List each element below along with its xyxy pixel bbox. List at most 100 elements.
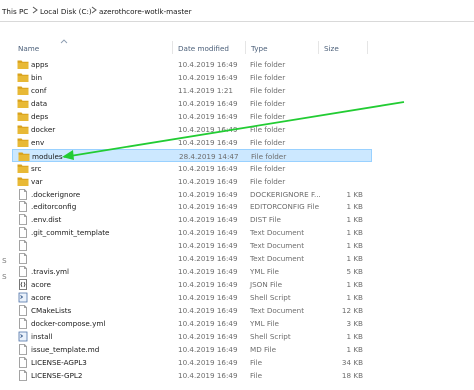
row-size: 1 KB (346, 331, 363, 341)
row-size: 1 KB (346, 202, 363, 212)
file-list-row[interactable]: .editorconfig 10.4.2019 16:49 EDITORCONFIG… (12, 200, 372, 213)
shell-icon (17, 292, 29, 303)
file-list-row[interactable]: 10.4.2019 16:49 Text Document 1 KB (12, 239, 372, 252)
row-type: DIST File (250, 215, 281, 225)
row-size: 1 KB (346, 189, 363, 199)
file-list-row[interactable]: .travis.yml 10.4.2019 16:49 YML File 5 KB (12, 265, 372, 278)
row-size: 1 KB (346, 241, 363, 251)
row-date-modified: 10.4.2019 16:49 (178, 267, 238, 277)
file-list-row[interactable]: acore 10.4.2019 16:49 Shell Script 1 KB (12, 291, 372, 304)
breadcrumb-separator-icon[interactable] (30, 5, 40, 15)
breadcrumb-current-folder[interactable]: azerothcore-wotlk-master (99, 7, 192, 16)
folder-icon (17, 59, 29, 70)
file-list-row[interactable]: deps 10.4.2019 16:49 File folder (12, 110, 372, 123)
column-header-type[interactable]: Type (251, 44, 268, 53)
row-name: var (31, 176, 43, 186)
row-name: acore (31, 293, 51, 303)
file-list-row[interactable]: 10.4.2019 16:49 Text Document 1 KB (12, 252, 372, 265)
file-list-row[interactable]: apps 10.4.2019 16:49 File folder (12, 58, 372, 71)
row-size: 1 KB (346, 280, 363, 290)
file-icon (17, 214, 29, 226)
row-date-modified: 10.4.2019 16:49 (178, 344, 238, 354)
shell-icon (17, 331, 29, 342)
file-list-row[interactable]: conf 11.4.2019 1:21 File folder (12, 84, 372, 97)
row-date-modified: 10.4.2019 16:49 (178, 228, 238, 238)
row-date-modified: 10.4.2019 16:49 (178, 137, 238, 147)
row-name: env (31, 137, 45, 147)
row-size: 1 KB (346, 215, 363, 225)
file-icon (17, 253, 29, 265)
file-list-row[interactable]: LICENSE-GPL2 10.4.2019 16:49 File 18 KB (12, 369, 372, 382)
row-date-modified: 10.4.2019 16:49 (178, 176, 238, 186)
row-name: modules (32, 151, 63, 161)
file-list-row[interactable]: src 10.4.2019 16:49 File folder (12, 162, 372, 175)
column-divider[interactable] (367, 41, 368, 54)
navigation-pane-edge: s s (0, 22, 12, 390)
row-size: 3 KB (346, 319, 363, 328)
row-type: File (250, 357, 263, 367)
file-list-row[interactable]: env 10.4.2019 16:49 File folder (12, 136, 372, 149)
breadcrumb-separator-icon[interactable] (89, 5, 99, 15)
row-type: File folder (250, 60, 286, 69)
file-list-row[interactable]: docker 10.4.2019 16:49 File folder (12, 123, 372, 136)
file-list-row[interactable]: .git_commit_template 10.4.2019 16:49 Text … (12, 226, 372, 239)
file-list-row-selected[interactable]: modules 28.4.2019 14:47 File folder (12, 148, 372, 162)
navigation-pane-fragment: s (2, 256, 7, 266)
folder-icon (17, 137, 29, 148)
row-date-modified: 11.4.2019 1:21 (178, 85, 234, 95)
address-bar[interactable]: This PC Local Disk (C:) azerothcore-wotl… (0, 0, 474, 22)
column-divider[interactable] (172, 41, 173, 54)
row-type: File folder (250, 163, 286, 173)
row-type: JSON File (250, 280, 283, 290)
file-list-row[interactable]: install 10.4.2019 16:49 Shell Script 1 KB (12, 330, 372, 343)
column-header-size[interactable]: Size (324, 44, 339, 53)
row-name: .editorconfig (31, 202, 77, 212)
file-icon (17, 369, 29, 381)
row-type: Text Document (250, 241, 305, 251)
column-divider[interactable] (245, 41, 246, 54)
file-list-row[interactable]: acore 10.4.2019 16:49 JSON File 1 KB (12, 278, 372, 291)
column-divider[interactable] (318, 41, 319, 54)
file-list-row[interactable]: var 10.4.2019 16:49 File folder (12, 175, 372, 188)
file-list-row[interactable]: LICENSE-AGPL3 10.4.2019 16:49 File 34 KB (12, 356, 372, 369)
row-name: .env.dist (31, 215, 62, 225)
folder-icon (17, 111, 29, 122)
breadcrumb-local-disk[interactable]: Local Disk (C:) (40, 7, 92, 16)
row-type: File folder (251, 151, 287, 161)
row-type: File folder (250, 72, 286, 82)
file-list-row[interactable]: docker-compose.yml 10.4.2019 16:49 YML Fil… (12, 317, 372, 330)
row-type: YML File (250, 319, 279, 328)
row-name: docker-compose.yml (31, 319, 106, 328)
file-list-row[interactable]: .env.dist 10.4.2019 16:49 DIST File 1 KB (12, 213, 372, 226)
column-header-date[interactable]: Date modified (178, 44, 229, 53)
row-size: 5 KB (346, 267, 363, 277)
file-icon (17, 188, 29, 200)
row-size: 1 KB (346, 293, 363, 303)
file-list-row[interactable]: data 10.4.2019 16:49 File folder (12, 97, 372, 110)
row-name: bin (31, 72, 43, 82)
file-icon (17, 356, 29, 368)
row-type: File folder (250, 124, 286, 134)
breadcrumb-this-pc[interactable]: This PC (2, 7, 28, 16)
row-date-modified: 10.4.2019 16:49 (178, 280, 238, 290)
json-icon (17, 279, 29, 291)
row-type: File folder (250, 111, 286, 121)
row-date-modified: 10.4.2019 16:49 (178, 254, 238, 264)
file-list-row[interactable]: bin 10.4.2019 16:49 File folder (12, 71, 372, 84)
file-list-row[interactable]: issue_template.md 10.4.2019 16:49 MD File 1… (12, 343, 372, 356)
file-list-row[interactable]: .dockerignore 10.4.2019 16:49 DOCKERIGNORE… (12, 188, 372, 201)
file-icon (17, 343, 29, 355)
row-type: DOCKERIGNORE F... (250, 189, 321, 199)
row-type: Text Document (250, 228, 305, 238)
file-icon (17, 240, 29, 252)
row-date-modified: 10.4.2019 16:49 (178, 357, 238, 367)
row-date-modified: 10.4.2019 16:49 (178, 124, 238, 134)
folder-icon (17, 176, 29, 187)
row-date-modified: 10.4.2019 16:49 (178, 111, 238, 121)
row-name: LICENSE-AGPL3 (31, 357, 87, 367)
row-type: Shell Script (250, 331, 291, 341)
column-header-name[interactable]: Name (18, 44, 39, 53)
file-list-row[interactable]: CMakeLists 10.4.2019 16:49 Text Document 12… (12, 304, 372, 317)
row-date-modified: 10.4.2019 16:49 (178, 163, 238, 173)
row-date-modified: 10.4.2019 16:49 (178, 202, 238, 212)
